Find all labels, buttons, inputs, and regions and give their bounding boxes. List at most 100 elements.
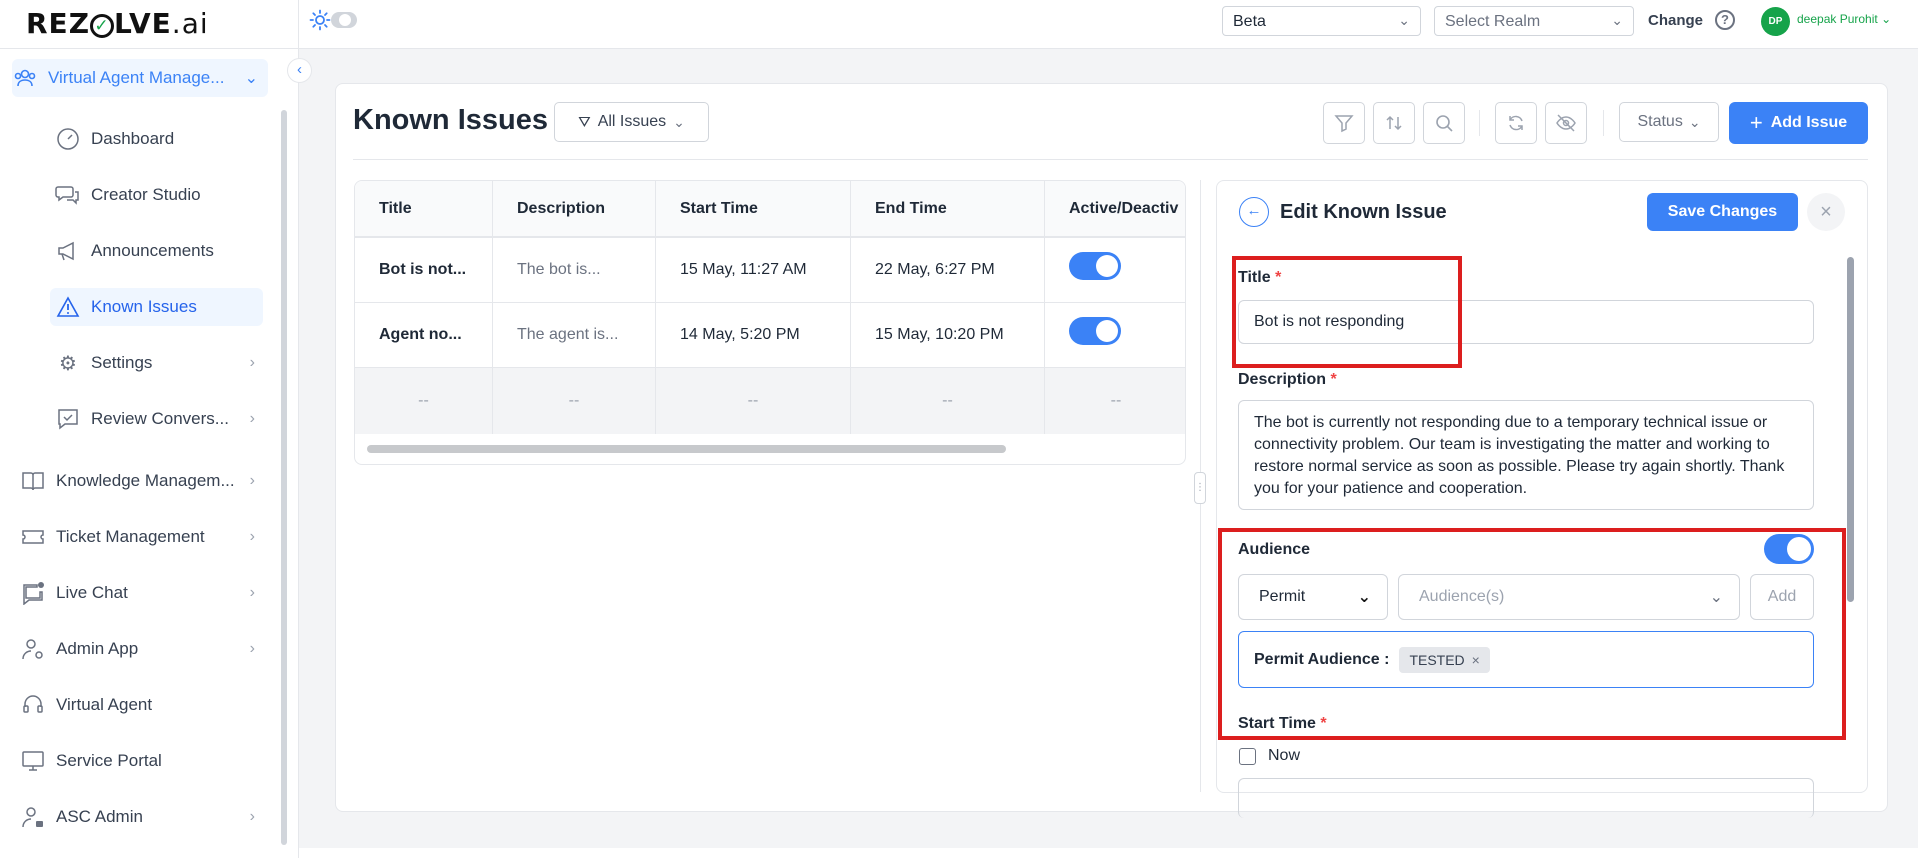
- table-row[interactable]: Bot is not... The bot is... 15 May, 11:2…: [355, 238, 1185, 303]
- cell-end-time: 15 May, 10:20 PM: [851, 303, 1045, 367]
- close-icon: ×: [1820, 201, 1832, 223]
- description-textarea[interactable]: The bot is currently not responding due …: [1238, 400, 1814, 510]
- label-text: Start Time: [1238, 715, 1316, 732]
- chevron-down-icon: ⌄: [1881, 12, 1892, 26]
- help-icon[interactable]: ?: [1715, 10, 1735, 30]
- sidebar-item-review-conversations[interactable]: Review Convers... ›: [55, 400, 265, 438]
- filter-button[interactable]: [1323, 102, 1365, 144]
- audience-toggle[interactable]: [1764, 534, 1814, 564]
- theme-toggle[interactable]: [309, 8, 357, 32]
- gauge-icon: [55, 126, 81, 152]
- refresh-button[interactable]: [1495, 102, 1537, 144]
- required-marker: *: [1320, 715, 1327, 732]
- required-marker: *: [1330, 371, 1337, 388]
- close-icon[interactable]: ×: [1472, 652, 1480, 668]
- table-horizontal-scrollbar[interactable]: [367, 445, 1006, 453]
- chevron-down-icon: ⌄: [244, 70, 258, 87]
- add-issue-label: Add Issue: [1770, 114, 1848, 131]
- avatar[interactable]: DP: [1761, 7, 1790, 36]
- now-checkbox[interactable]: [1239, 748, 1256, 765]
- sidebar-item-label: Knowledge Managem...: [56, 471, 235, 490]
- toggle-knob: [1096, 320, 1118, 342]
- save-changes-button[interactable]: Save Changes: [1647, 193, 1798, 231]
- issue-filter-dropdown[interactable]: ⛛ All Issues ⌄: [554, 102, 709, 142]
- sidebar-item-creator-studio[interactable]: Creator Studio: [55, 176, 265, 214]
- permit-audience-box[interactable]: Permit Audience : TESTED ×: [1238, 631, 1814, 688]
- sidebar-scrollbar[interactable]: [281, 110, 287, 845]
- sidebar-item-announcements[interactable]: Announcements: [55, 232, 265, 270]
- close-button[interactable]: ×: [1807, 193, 1845, 231]
- sidebar-item-live-chat[interactable]: Live Chat ›: [20, 574, 265, 612]
- sidebar-item-label: Known Issues: [91, 297, 197, 316]
- cell-description: The bot is...: [493, 238, 656, 302]
- sidebar-item-knowledge-management[interactable]: Knowledge Managem... ›: [20, 462, 265, 500]
- panel-scrollbar[interactable]: [1847, 257, 1854, 602]
- empty-cell: --: [656, 368, 851, 434]
- hide-columns-button[interactable]: [1545, 102, 1587, 144]
- sidebar-item-asc-admin[interactable]: ASC Admin ›: [20, 798, 265, 836]
- sidebar-item-ticket-management[interactable]: Ticket Management ›: [20, 518, 265, 556]
- chevron-down-icon: ⌄: [1709, 589, 1723, 606]
- permit-select[interactable]: Permit ⌄: [1238, 574, 1388, 620]
- chevron-right-icon: ›: [249, 528, 255, 545]
- edit-panel-title: Edit Known Issue: [1280, 201, 1447, 223]
- audience-field-label: Audience: [1238, 541, 1311, 558]
- column-header-end-time[interactable]: End Time: [851, 181, 1045, 236]
- sidebar-item-admin-app[interactable]: Admin App ›: [20, 630, 265, 668]
- chevron-down-icon: ⌄: [1611, 12, 1623, 28]
- column-header-title[interactable]: Title: [355, 181, 493, 236]
- audiences-select[interactable]: Audience(s) ⌄: [1398, 574, 1740, 620]
- sidebar-item-known-issues[interactable]: Known Issues: [50, 288, 263, 326]
- label-text: Description: [1238, 371, 1327, 388]
- realm-select[interactable]: Select Realm ⌄: [1434, 6, 1634, 36]
- user-menu[interactable]: deepak Purohit ⌄: [1797, 12, 1891, 26]
- rezolve-logo[interactable]: REZ ✓ LVE.ai: [26, 7, 209, 40]
- sidebar-item-dashboard[interactable]: Dashboard: [55, 120, 265, 158]
- logo-text-2: LVE: [114, 7, 172, 40]
- column-header-description[interactable]: Description: [493, 181, 656, 236]
- resize-handle[interactable]: ⋮: [1194, 472, 1206, 504]
- sidebar-item-service-portal[interactable]: Service Portal: [20, 742, 265, 780]
- back-button[interactable]: ←: [1239, 197, 1269, 227]
- start-time-input[interactable]: [1238, 778, 1814, 818]
- issues-table: Title Description Start Time End Time Ac…: [354, 180, 1186, 465]
- cell-end-time: 22 May, 6:27 PM: [851, 238, 1045, 302]
- user-name: deepak Purohit: [1797, 12, 1878, 26]
- headset-icon: [20, 692, 46, 718]
- empty-cell: --: [355, 368, 493, 434]
- add-audience-button[interactable]: Add: [1750, 574, 1814, 620]
- environment-select[interactable]: Beta ⌄: [1222, 6, 1421, 36]
- active-toggle[interactable]: [1069, 317, 1121, 345]
- chevron-down-icon: ⌄: [1398, 12, 1410, 28]
- title-input[interactable]: Bot is not responding: [1238, 300, 1814, 344]
- realm-select-value: Select Realm: [1445, 13, 1541, 30]
- chevron-right-icon: ›: [249, 808, 255, 825]
- megaphone-icon: [55, 238, 81, 264]
- sidebar-item-label: Virtual Agent: [56, 695, 153, 714]
- sidebar-item-settings[interactable]: ⚙ Settings ›: [55, 344, 265, 382]
- status-dropdown[interactable]: Status ⌄: [1619, 102, 1719, 142]
- toolbar-divider: [1603, 110, 1604, 136]
- eye-off-icon: [1556, 114, 1576, 132]
- collapse-sidebar-button[interactable]: ‹: [287, 58, 312, 83]
- add-issue-button[interactable]: + Add Issue: [1729, 102, 1868, 144]
- sidebar-item-label: Review Convers...: [91, 409, 229, 428]
- table-row[interactable]: Agent no... The agent is... 14 May, 5:20…: [355, 303, 1185, 368]
- environment-select-value: Beta: [1233, 13, 1266, 30]
- change-link[interactable]: Change: [1648, 12, 1703, 29]
- active-toggle[interactable]: [1069, 252, 1121, 280]
- sidebar-item-virtual-agent-management[interactable]: Virtual Agent Manage... ⌄: [12, 59, 268, 97]
- sort-icon: [1386, 115, 1402, 131]
- sort-button[interactable]: [1373, 102, 1415, 144]
- status-dropdown-label: Status: [1637, 113, 1683, 130]
- search-button[interactable]: [1423, 102, 1465, 144]
- arrow-left-icon: ←: [1246, 202, 1262, 219]
- column-header-start-time[interactable]: Start Time: [656, 181, 851, 236]
- sidebar-item-virtual-agent[interactable]: Virtual Agent: [20, 686, 265, 724]
- label-text: Title: [1238, 269, 1271, 286]
- sidebar-item-label: Creator Studio: [91, 185, 201, 204]
- column-header-active[interactable]: Active/Deactiv: [1045, 181, 1185, 236]
- gear-icon: ⚙: [59, 352, 77, 375]
- chevron-down-icon: ⌄: [1688, 113, 1701, 130]
- header-divider-line: [353, 159, 1868, 160]
